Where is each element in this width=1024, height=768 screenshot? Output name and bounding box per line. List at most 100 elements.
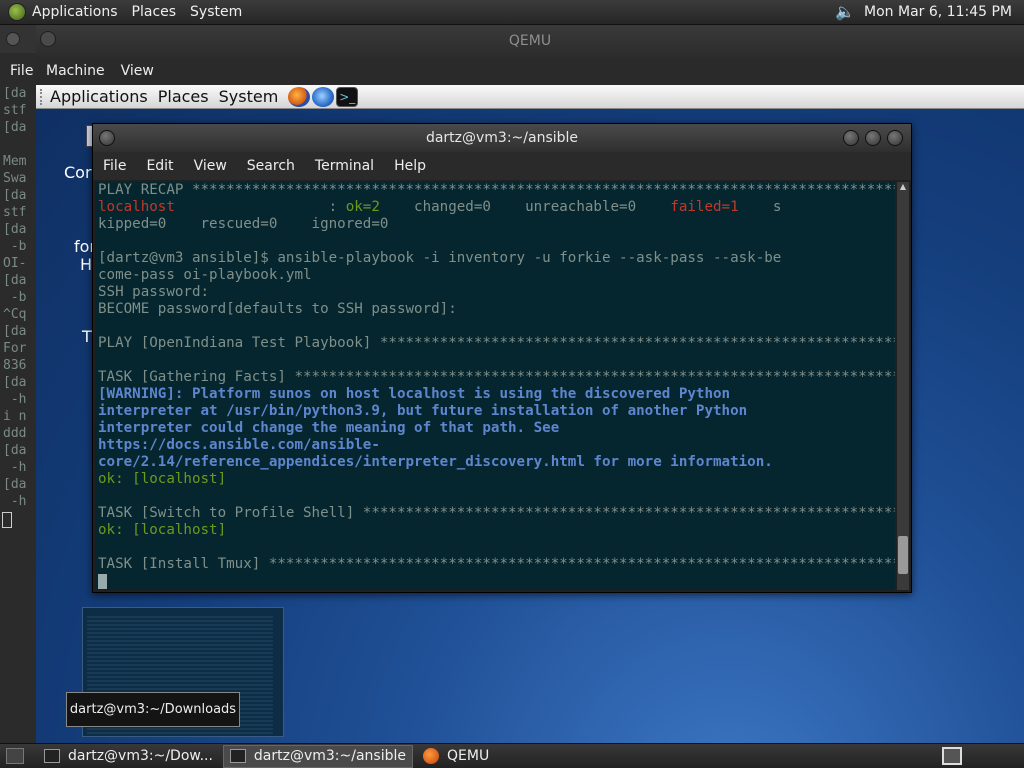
qemu-menubar: Machine View (36, 57, 1024, 85)
qemu-titlebar[interactable]: QEMU (36, 25, 1024, 57)
terminal-icon[interactable]: >_ (336, 86, 359, 107)
terminal-menu-help[interactable]: Help (394, 158, 426, 174)
background-terminal-menu-file[interactable]: File (0, 53, 36, 85)
terminal-line: https://docs.ansible.com/ansible- (95, 437, 895, 454)
host-clock[interactable]: Mon Mar 6, 11:45 PM (864, 4, 1012, 20)
maximize-button[interactable] (865, 130, 881, 146)
desktop-icon-label[interactable]: H (80, 255, 92, 274)
host-menu-places[interactable]: Places (132, 4, 177, 20)
panel-handle[interactable] (40, 88, 46, 105)
background-terminal-line: -h (3, 494, 27, 509)
scrollbar-thumb[interactable] (898, 536, 908, 574)
background-terminal-line: -h (3, 460, 27, 475)
guest-desktop: Applications Places System >_ Cor for H … (36, 85, 1024, 743)
terminal-line: TASK [Switch to Profile Shell] *********… (95, 505, 895, 522)
taskbar-item-label: QEMU (447, 748, 490, 764)
minimize-button[interactable] (843, 130, 859, 146)
qemu-menu-view[interactable]: View (121, 63, 154, 79)
guest-menu-system[interactable]: System (219, 87, 279, 106)
terminal-line: ok: [localhost] (95, 522, 895, 539)
terminal-icon (44, 749, 60, 763)
background-terminal-line: i n (3, 409, 27, 424)
terminal-scrollbar[interactable]: ▲ (897, 182, 909, 590)
guest-menu-places[interactable]: Places (158, 87, 209, 106)
background-terminal-line: [da (3, 443, 27, 458)
terminal-text-segment: TASK [Install Tmux] ********************… (98, 556, 895, 572)
terminal-line: SSH password: (95, 284, 895, 301)
background-terminal-cursor (2, 512, 12, 528)
background-terminal-line: [da (3, 273, 27, 288)
terminal-text-segment: TASK [Switch to Profile Shell] *********… (98, 505, 895, 521)
terminal-text-segment: come-pass oi-playbook.yml (98, 267, 312, 283)
terminal-text-segment: ok: [localhost] (98, 522, 227, 538)
terminal-menu-terminal[interactable]: Terminal (315, 158, 374, 174)
background-terminal-line: 836 (3, 358, 27, 373)
background-terminal-line: [da (3, 375, 27, 390)
distro-logo-icon[interactable] (8, 3, 26, 21)
terminal-text-segment: ok=2 (345, 199, 380, 215)
terminal-text-segment: changed=0 unreachable=0 (379, 199, 671, 215)
window-menu-button[interactable] (99, 130, 115, 146)
terminal-line: localhost : ok=2 changed=0 unreachable=0… (95, 199, 895, 216)
terminal-text-segment: https://docs.ansible.com/ansible- (98, 437, 380, 453)
terminal-line: TASK [Install Tmux] ********************… (95, 556, 895, 573)
workspace-switcher[interactable] (942, 747, 962, 765)
background-terminal-line: ddd (3, 426, 27, 441)
background-terminal-line: -b (3, 239, 27, 254)
terminal-line: PLAY RECAP *****************************… (95, 182, 895, 199)
terminal-titlebar[interactable]: dartz@vm3:~/ansible (93, 124, 911, 152)
taskbar-item-qemu[interactable]: QEMU (417, 745, 495, 768)
qemu-menu-machine[interactable]: Machine (46, 63, 105, 79)
window-menu-button[interactable] (6, 32, 20, 46)
guest-top-panel: Applications Places System >_ (36, 85, 1024, 109)
background-terminal-line: OI- (3, 256, 27, 271)
background-terminal-line: stf (3, 205, 27, 220)
qemu-icon (423, 748, 440, 764)
volume-icon[interactable]: 🔈 (834, 2, 856, 22)
scroll-up-arrow-icon[interactable]: ▲ (897, 182, 909, 192)
terminal-output[interactable]: PLAY RECAP *****************************… (95, 182, 895, 590)
terminal-text-segment: interpreter could change the meaning of … (98, 420, 560, 436)
window-menu-button[interactable] (40, 31, 56, 47)
terminal-line: interpreter at /usr/bin/python3.9, but f… (95, 403, 895, 420)
terminal-line: core/2.14/reference_appendices/interpret… (95, 454, 895, 471)
background-terminal-output: [da stf [da Mem Swa [da stf [da -b OI- [da -b ^Cq… (0, 85, 36, 510)
terminal-line: PLAY [OpenIndiana Test Playbook] *******… (95, 335, 895, 352)
desktop-icon-label[interactable]: T (82, 327, 92, 346)
background-terminal-line: For (3, 341, 27, 356)
terminal-menu-view[interactable]: View (194, 158, 227, 174)
terminal-menu-edit[interactable]: Edit (146, 158, 173, 174)
thunderbird-icon[interactable] (312, 86, 335, 107)
guest-menu-applications[interactable]: Applications (50, 87, 148, 106)
terminal-cursor (98, 573, 107, 589)
background-terminal-line: Mem (3, 154, 27, 169)
terminal-menu-file[interactable]: File (103, 158, 126, 174)
background-terminal-titlebar[interactable] (0, 25, 36, 53)
show-desktop-icon[interactable] (6, 748, 24, 764)
terminal-text-segment: TASK [Gathering Facts] *****************… (98, 369, 895, 385)
host-menu-applications[interactable]: Applications (32, 4, 118, 20)
taskbar-item-downloads[interactable]: dartz@vm3:~/Dow... (38, 745, 219, 768)
terminal-text-segment: PLAY [OpenIndiana Test Playbook] *******… (98, 335, 895, 351)
guest-terminal-window: dartz@vm3:~/ansible File Edit View Searc… (92, 123, 912, 593)
background-terminal-line: [da (3, 477, 27, 492)
terminal-line: kipped=0 rescued=0 ignored=0 (95, 216, 895, 233)
host-menu-system[interactable]: System (190, 4, 242, 20)
terminal-text-segment: s (738, 199, 782, 215)
taskbar-item-ansible[interactable]: dartz@vm3:~/ansible (222, 744, 414, 768)
background-terminal-line: Swa (3, 171, 27, 186)
background-terminal-line: -b (3, 290, 27, 305)
terminal-line: interpreter could change the meaning of … (95, 420, 895, 437)
terminal-text-segment: SSH password: (98, 284, 210, 300)
taskbar-tooltip: dartz@vm3:~/Downloads (66, 692, 240, 727)
desktop-icon-label[interactable]: Cor (64, 163, 92, 182)
terminal-line: [WARNING]: Platform sunos on host localh… (95, 386, 895, 403)
terminal-cursor-line (95, 573, 895, 590)
taskbar-item-label: dartz@vm3:~/ansible (253, 748, 407, 764)
close-button[interactable] (887, 130, 903, 146)
firefox-icon[interactable] (288, 86, 311, 107)
terminal-menu-search[interactable]: Search (247, 158, 295, 174)
terminal-line: BECOME password[defaults to SSH password… (95, 301, 895, 318)
